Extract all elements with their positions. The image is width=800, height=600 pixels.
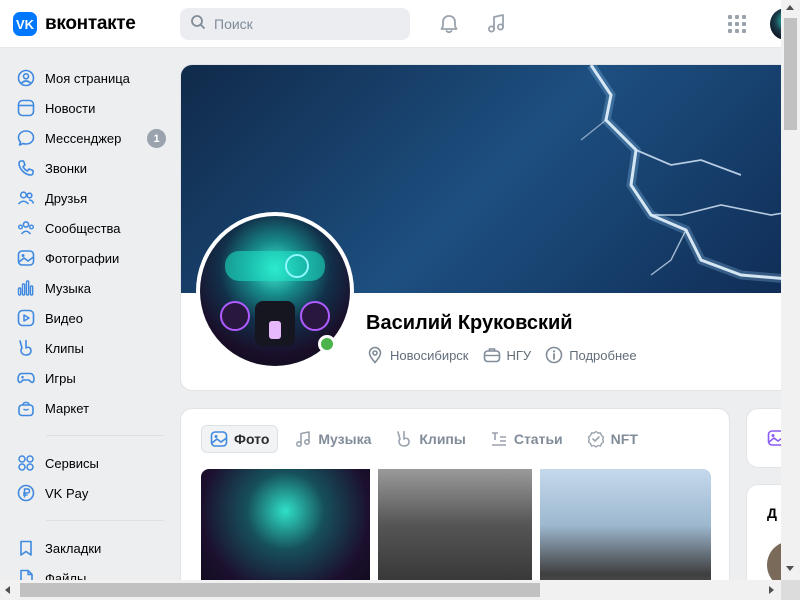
profile-meta: Новосибирск НГУ Подробнее (366, 346, 651, 364)
university-text: НГУ (506, 347, 532, 363)
sidebar-item-clips[interactable]: Клипы (0, 333, 180, 363)
meta-city: Новосибирск (366, 346, 469, 364)
users-icon (16, 188, 36, 208)
scroll-down-arrow-icon[interactable] (786, 566, 794, 571)
media-tabs: Фото Музыка Клипы Статьи NFT (201, 425, 654, 453)
vertical-scroll-thumb[interactable] (784, 18, 797, 130)
sidebar-item-label: Маркет (45, 400, 90, 416)
sidebar-item-label: Закладки (45, 540, 102, 556)
vk-logo[interactable]: VK вконтакте (13, 12, 136, 36)
sidebar-item-label: Моя страница (45, 70, 130, 86)
sidebar-item-label: Новости (45, 100, 96, 116)
sidebar-item-label: Звонки (45, 160, 87, 176)
sidebar-item-my-page[interactable]: Моя страница (0, 63, 180, 93)
sidebar-item-label: Клипы (45, 340, 84, 356)
briefcase-icon (483, 346, 501, 364)
apps-grid-icon[interactable] (725, 12, 749, 36)
sidebar-item-friends[interactable]: Друзья (0, 183, 180, 213)
market-icon (16, 398, 36, 418)
communities-icon (16, 218, 36, 238)
sidebar-item-news[interactable]: Новости (0, 93, 180, 123)
music-icon (16, 278, 36, 298)
tab-nft[interactable]: NFT (579, 425, 646, 453)
online-status-indicator (318, 335, 336, 353)
more-info-link[interactable]: Подробнее (569, 348, 636, 363)
info-icon (545, 346, 563, 364)
sidebar-item-label: Сервисы (45, 455, 99, 471)
sidebar-item-label: Друзья (45, 190, 88, 206)
sidebar-item-video[interactable]: Видео (0, 303, 180, 333)
sidebar-item-games[interactable]: Игры (0, 363, 180, 393)
meta-more[interactable]: Подробнее (545, 346, 637, 364)
sidebar-item-label: Игры (45, 370, 76, 386)
vk-logo-icon: VK (13, 12, 37, 36)
tab-label: Музыка (318, 431, 372, 447)
music-note-icon[interactable] (484, 12, 508, 36)
article-icon (490, 430, 508, 448)
nft-icon (587, 430, 605, 448)
gamepad-icon (16, 368, 36, 388)
message-icon (16, 128, 36, 148)
tab-label: Клипы (419, 431, 466, 447)
horizontal-scrollbar[interactable] (0, 580, 800, 600)
sidebar-item-music[interactable]: Музыка (0, 273, 180, 303)
media-card: Фото Музыка Клипы Статьи NFT (180, 408, 730, 600)
sidebar-item-photos[interactable]: Фотографии (0, 243, 180, 273)
city-text: Новосибирск (390, 347, 469, 363)
search-input[interactable] (214, 16, 404, 32)
phone-icon (16, 158, 36, 178)
meta-university: НГУ (483, 346, 532, 364)
sidebar-item-label: Музыка (45, 280, 91, 296)
photo-icon (16, 248, 36, 268)
sidebar-item-label: Фотографии (45, 250, 120, 266)
music-note-icon (294, 430, 312, 448)
sidebar-item-vkpay[interactable]: VK Pay (0, 478, 180, 508)
sidebar-item-market[interactable]: Маркет (0, 393, 180, 423)
tab-photos[interactable]: Фото (201, 425, 279, 453)
sidebar-item-bookmarks[interactable]: Закладки (0, 533, 180, 563)
sidebar-item-calls[interactable]: Звонки (0, 153, 180, 183)
profile-name: Василий Круковский (366, 312, 573, 334)
horizontal-scroll-thumb[interactable] (20, 583, 540, 597)
tab-label: Фото (234, 431, 270, 447)
photo-icon (210, 430, 228, 448)
left-sidebar: Моя страница Новости Мессенджер 1 Звонки… (0, 48, 180, 593)
tab-music[interactable]: Музыка (286, 425, 379, 453)
sidebar-item-label: Видео (45, 310, 83, 326)
clips-icon (16, 338, 36, 358)
sidebar-divider (46, 520, 164, 521)
tab-label: Статьи (513, 431, 563, 447)
tab-articles[interactable]: Статьи (482, 425, 571, 453)
vertical-scrollbar[interactable] (781, 0, 800, 580)
sidebar-item-communities[interactable]: Сообщества (0, 213, 180, 243)
scroll-up-arrow-icon[interactable] (786, 5, 794, 10)
scrollbar-corner (781, 580, 800, 600)
top-header: VK вконтакте (0, 0, 800, 48)
bell-icon[interactable] (437, 12, 461, 36)
unread-badge: 1 (147, 129, 166, 148)
vkpay-icon (16, 483, 36, 503)
search-box[interactable] (180, 8, 410, 40)
clips-icon (395, 430, 413, 448)
sidebar-item-label: VK Pay (45, 485, 89, 501)
sidebar-item-messenger[interactable]: Мессенджер 1 (0, 123, 180, 153)
friends-title: Д (767, 505, 777, 521)
video-icon (16, 308, 36, 328)
sidebar-item-label: Мессенджер (45, 130, 122, 146)
scroll-left-arrow-icon[interactable] (5, 586, 10, 594)
sidebar-item-services[interactable]: Сервисы (0, 448, 180, 478)
user-circle-icon (16, 68, 36, 88)
services-icon (16, 453, 36, 473)
tab-label: NFT (610, 431, 638, 447)
vk-logo-text: вконтакте (45, 13, 136, 34)
location-pin-icon (366, 346, 384, 364)
bookmark-icon (16, 538, 36, 558)
search-icon (190, 14, 206, 35)
news-icon (16, 98, 36, 118)
sidebar-item-label: Сообщества (45, 220, 121, 236)
tab-clips[interactable]: Клипы (387, 425, 473, 453)
sidebar-divider (46, 435, 164, 436)
scroll-right-arrow-icon[interactable] (769, 586, 774, 594)
